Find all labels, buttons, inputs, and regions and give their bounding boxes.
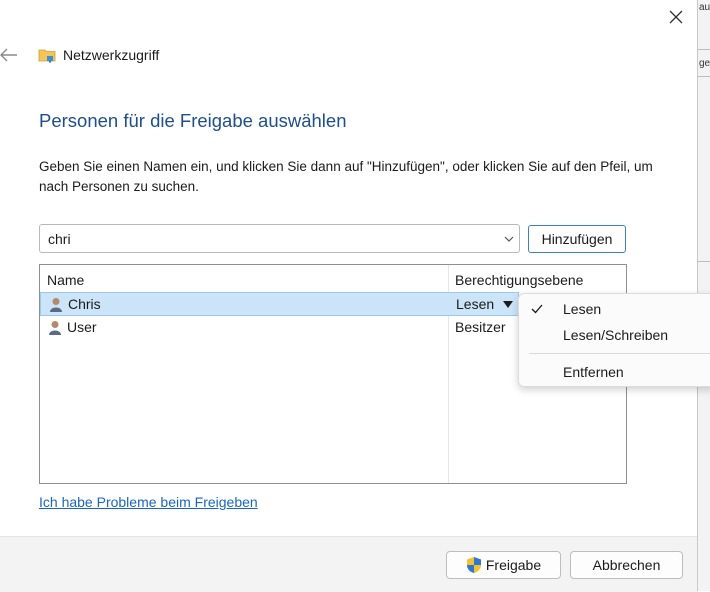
background-window-text: au <box>699 2 710 13</box>
menu-item-label: Lesen/Schreiben <box>563 327 669 343</box>
user-name: Chris <box>68 296 101 312</box>
user-icon <box>49 321 61 335</box>
checkmark-icon <box>531 304 543 314</box>
list-header: Name Berechtigungsebene <box>40 265 626 292</box>
user-name: User <box>67 319 97 335</box>
close-button[interactable] <box>661 4 691 30</box>
network-access-dialog: Netzwerkzugriff Personen für die Freigab… <box>0 0 710 592</box>
window-title: Netzwerkzugriff <box>63 47 160 63</box>
background-window-divider <box>698 261 710 262</box>
name-combobox[interactable]: chri <box>39 224 520 253</box>
permission-level[interactable]: Lesen <box>456 296 494 312</box>
list-item[interactable]: Chris Lesen <box>40 292 519 316</box>
menu-item-label: Entfernen <box>563 364 624 380</box>
menu-separator <box>529 353 710 354</box>
uac-shield-icon <box>466 557 481 573</box>
background-window-text: ge <box>699 58 710 69</box>
name-input[interactable]: chri <box>48 231 71 247</box>
menu-item-label: Lesen <box>563 301 602 317</box>
menu-item-lesen-schreiben[interactable]: Lesen/Schreiben <box>519 322 710 348</box>
background-window-divider <box>698 49 710 50</box>
network-folder-icon <box>38 49 56 63</box>
dropdown-caret-icon[interactable] <box>503 301 513 308</box>
close-icon <box>669 10 683 24</box>
user-icon <box>50 298 62 312</box>
help-link[interactable]: Ich habe Probleme beim Freigeben <box>39 494 258 510</box>
page-title: Personen für die Freigabe auswählen <box>39 110 347 131</box>
back-arrow-icon <box>0 48 17 62</box>
background-window-divider <box>698 76 710 77</box>
share-button[interactable]: Freigabe <box>446 551 561 579</box>
column-header-permission[interactable]: Berechtigungsebene <box>455 272 583 288</box>
permission-menu: Lesen Lesen/Schreiben Entfernen <box>518 293 710 387</box>
dropdown-chevron-icon[interactable] <box>503 233 515 245</box>
share-button-label: Freigabe <box>485 557 542 573</box>
add-button[interactable]: Hinzufügen <box>528 225 626 253</box>
permission-level: Besitzer <box>455 319 506 335</box>
cancel-button[interactable]: Abbrechen <box>570 551 683 579</box>
back-button[interactable] <box>0 43 22 67</box>
column-header-name[interactable]: Name <box>47 272 84 288</box>
menu-item-entfernen[interactable]: Entfernen <box>519 359 710 385</box>
menu-item-lesen[interactable]: Lesen <box>519 296 710 322</box>
instructions-text: Geben Sie einen Namen ein, und klicken S… <box>39 159 653 194</box>
